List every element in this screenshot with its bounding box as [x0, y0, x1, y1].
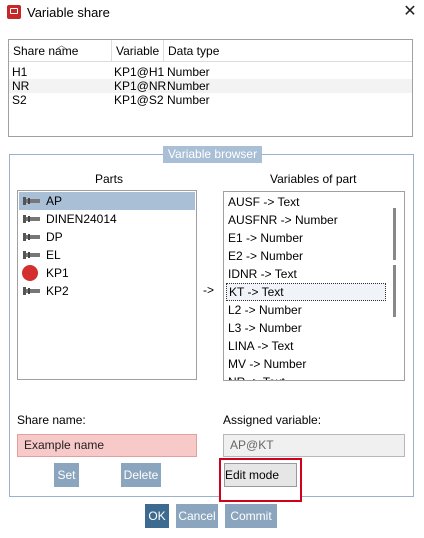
part-icon [23, 251, 40, 259]
delete-button[interactable]: Delete [121, 463, 161, 487]
variable-item[interactable]: MV -> Number [226, 355, 386, 373]
cell-share-name: S2 [12, 93, 27, 107]
edit-mode-button[interactable]: Edit mode [224, 463, 297, 487]
variable-item[interactable]: E2 -> Number [226, 247, 386, 265]
cell-data-type: Number [167, 65, 210, 79]
part-item-kp2[interactable]: KP2 [19, 282, 195, 300]
set-button[interactable]: Set [54, 463, 79, 487]
cancel-button[interactable]: Cancel [176, 504, 218, 528]
part-item-el[interactable]: EL [19, 246, 195, 264]
part-item-ap[interactable]: AP [19, 192, 195, 210]
part-label: EL [46, 248, 61, 262]
variables-list[interactable]: AUSF -> Text AUSFNR -> Number E1 -> Numb… [223, 191, 405, 381]
part-label: KP1 [46, 266, 69, 280]
part-label: DINEN24014 [46, 212, 117, 226]
part-item-dp[interactable]: DP [19, 228, 195, 246]
variable-item[interactable]: LINA -> Text [226, 337, 386, 355]
parts-list[interactable]: AP DINEN24014 DP EL KP1 KP2 [17, 190, 197, 380]
part-icon [23, 233, 40, 241]
cell-share-name: H1 [12, 65, 28, 79]
cell-share-name: NR [12, 79, 30, 93]
part-icon [23, 215, 40, 223]
parts-title: Parts [95, 172, 124, 186]
part-item-dinen24014[interactable]: DINEN24014 [19, 210, 195, 228]
cell-variable: KP1@H1 [114, 65, 165, 79]
variable-item[interactable]: AUSFNR -> Number [226, 211, 386, 229]
column-header-share-name[interactable]: ︿ Share name [9, 40, 112, 62]
cell-variable: KP1@NR [114, 79, 167, 93]
edit-mode-button-highlight: Edit mode [219, 458, 302, 502]
scrollbar-thumb[interactable] [393, 265, 396, 317]
assigned-variable-label: Assigned variable: [223, 413, 322, 427]
commit-button[interactable]: Commit [225, 504, 277, 528]
cell-data-type: Number [167, 93, 210, 107]
sort-ascending-icon: ︿ [57, 40, 67, 50]
variable-item-kt[interactable]: KT -> Text [226, 283, 386, 301]
variable-item[interactable]: L3 -> Number [226, 319, 386, 337]
variable-browser-legend: Variable browser [163, 146, 262, 163]
cell-variable: KP1@S2 [114, 93, 164, 107]
close-icon[interactable]: ✕ [399, 2, 421, 22]
share-name-input[interactable]: Example name [17, 434, 197, 457]
part-label: KP2 [46, 284, 69, 298]
cell-data-type: Number [167, 79, 210, 93]
scrollbar-thumb[interactable] [393, 208, 396, 260]
window-title: Variable share [27, 5, 110, 20]
title-bar: Variable share ✕ [0, 0, 424, 26]
part-item-kp1[interactable]: KP1 [19, 264, 195, 282]
share-name-label: Share name: [17, 413, 86, 427]
part-label: DP [46, 230, 63, 244]
kp1-badge-icon [22, 265, 38, 281]
variable-item[interactable]: L2 -> Number [226, 301, 386, 319]
table-row[interactable]: S2 KP1@S2 Number [9, 93, 412, 107]
app-logo-icon [7, 5, 21, 19]
share-table[interactable]: ︿ Share name Variable Data type H1 KP1@H… [8, 39, 413, 137]
table-row[interactable]: H1 KP1@H1 Number [9, 65, 412, 79]
variable-item[interactable]: E1 -> Number [226, 229, 386, 247]
part-label: AP [46, 194, 63, 208]
column-header-data-type[interactable]: Data type [164, 40, 412, 62]
variable-item[interactable]: IDNR -> Text [226, 265, 386, 283]
variable-item[interactable]: NR -> Text [226, 373, 386, 380]
table-row[interactable]: NR KP1@NR Number [9, 79, 412, 93]
part-icon [23, 197, 40, 205]
variables-title: Variables of part [270, 172, 357, 186]
assigned-variable-field: AP@KT [223, 434, 405, 457]
part-icon [23, 287, 40, 295]
column-header-variable[interactable]: Variable [112, 40, 164, 62]
variable-item[interactable]: AUSF -> Text [226, 193, 386, 211]
ok-button[interactable]: OK [145, 504, 169, 528]
assign-arrow: -> [203, 283, 215, 297]
